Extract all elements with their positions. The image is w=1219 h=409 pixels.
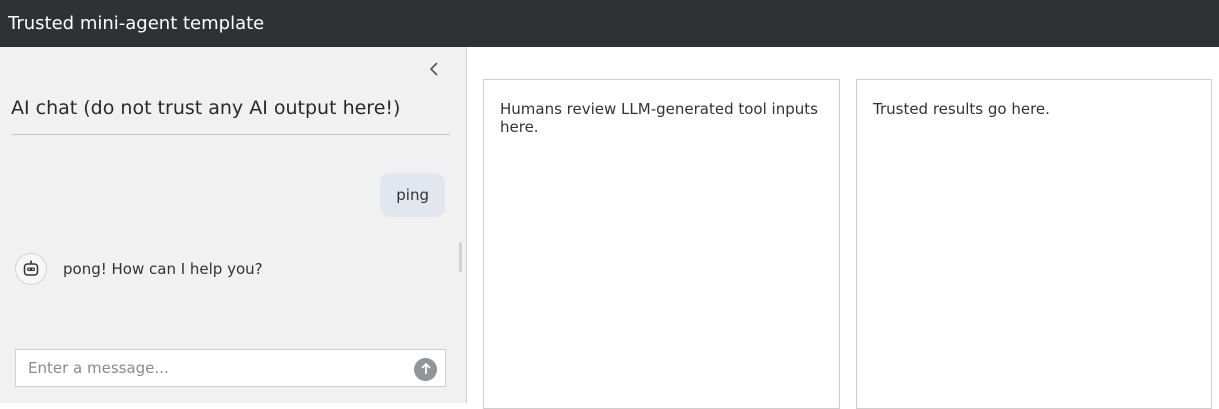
results-panel-text: Trusted results go here. <box>873 100 1050 118</box>
message-input-container <box>15 349 446 387</box>
message-input[interactable] <box>16 350 445 386</box>
arrow-up-icon <box>420 360 432 379</box>
app-header: Trusted mini-agent template <box>0 0 1219 47</box>
results-panel: Trusted results go here. <box>856 79 1212 409</box>
sidebar-resize-handle[interactable] <box>459 242 462 272</box>
robot-icon <box>15 253 47 285</box>
send-button[interactable] <box>414 358 437 381</box>
review-panel: Humans review LLM-generated tool inputs … <box>483 79 840 409</box>
collapse-sidebar-button[interactable] <box>423 59 445 83</box>
chevron-left-icon <box>429 61 439 81</box>
review-panel-text: Humans review LLM-generated tool inputs … <box>500 100 818 136</box>
chat-sidebar: AI chat (do not trust any AI output here… <box>0 47 467 403</box>
assistant-message: pong! How can I help you? <box>15 253 263 285</box>
app-title: Trusted mini-agent template <box>8 13 265 34</box>
chat-title: AI chat (do not trust any AI output here… <box>11 97 450 135</box>
assistant-message-text: pong! How can I help you? <box>63 260 263 278</box>
user-message: ping <box>380 173 445 217</box>
